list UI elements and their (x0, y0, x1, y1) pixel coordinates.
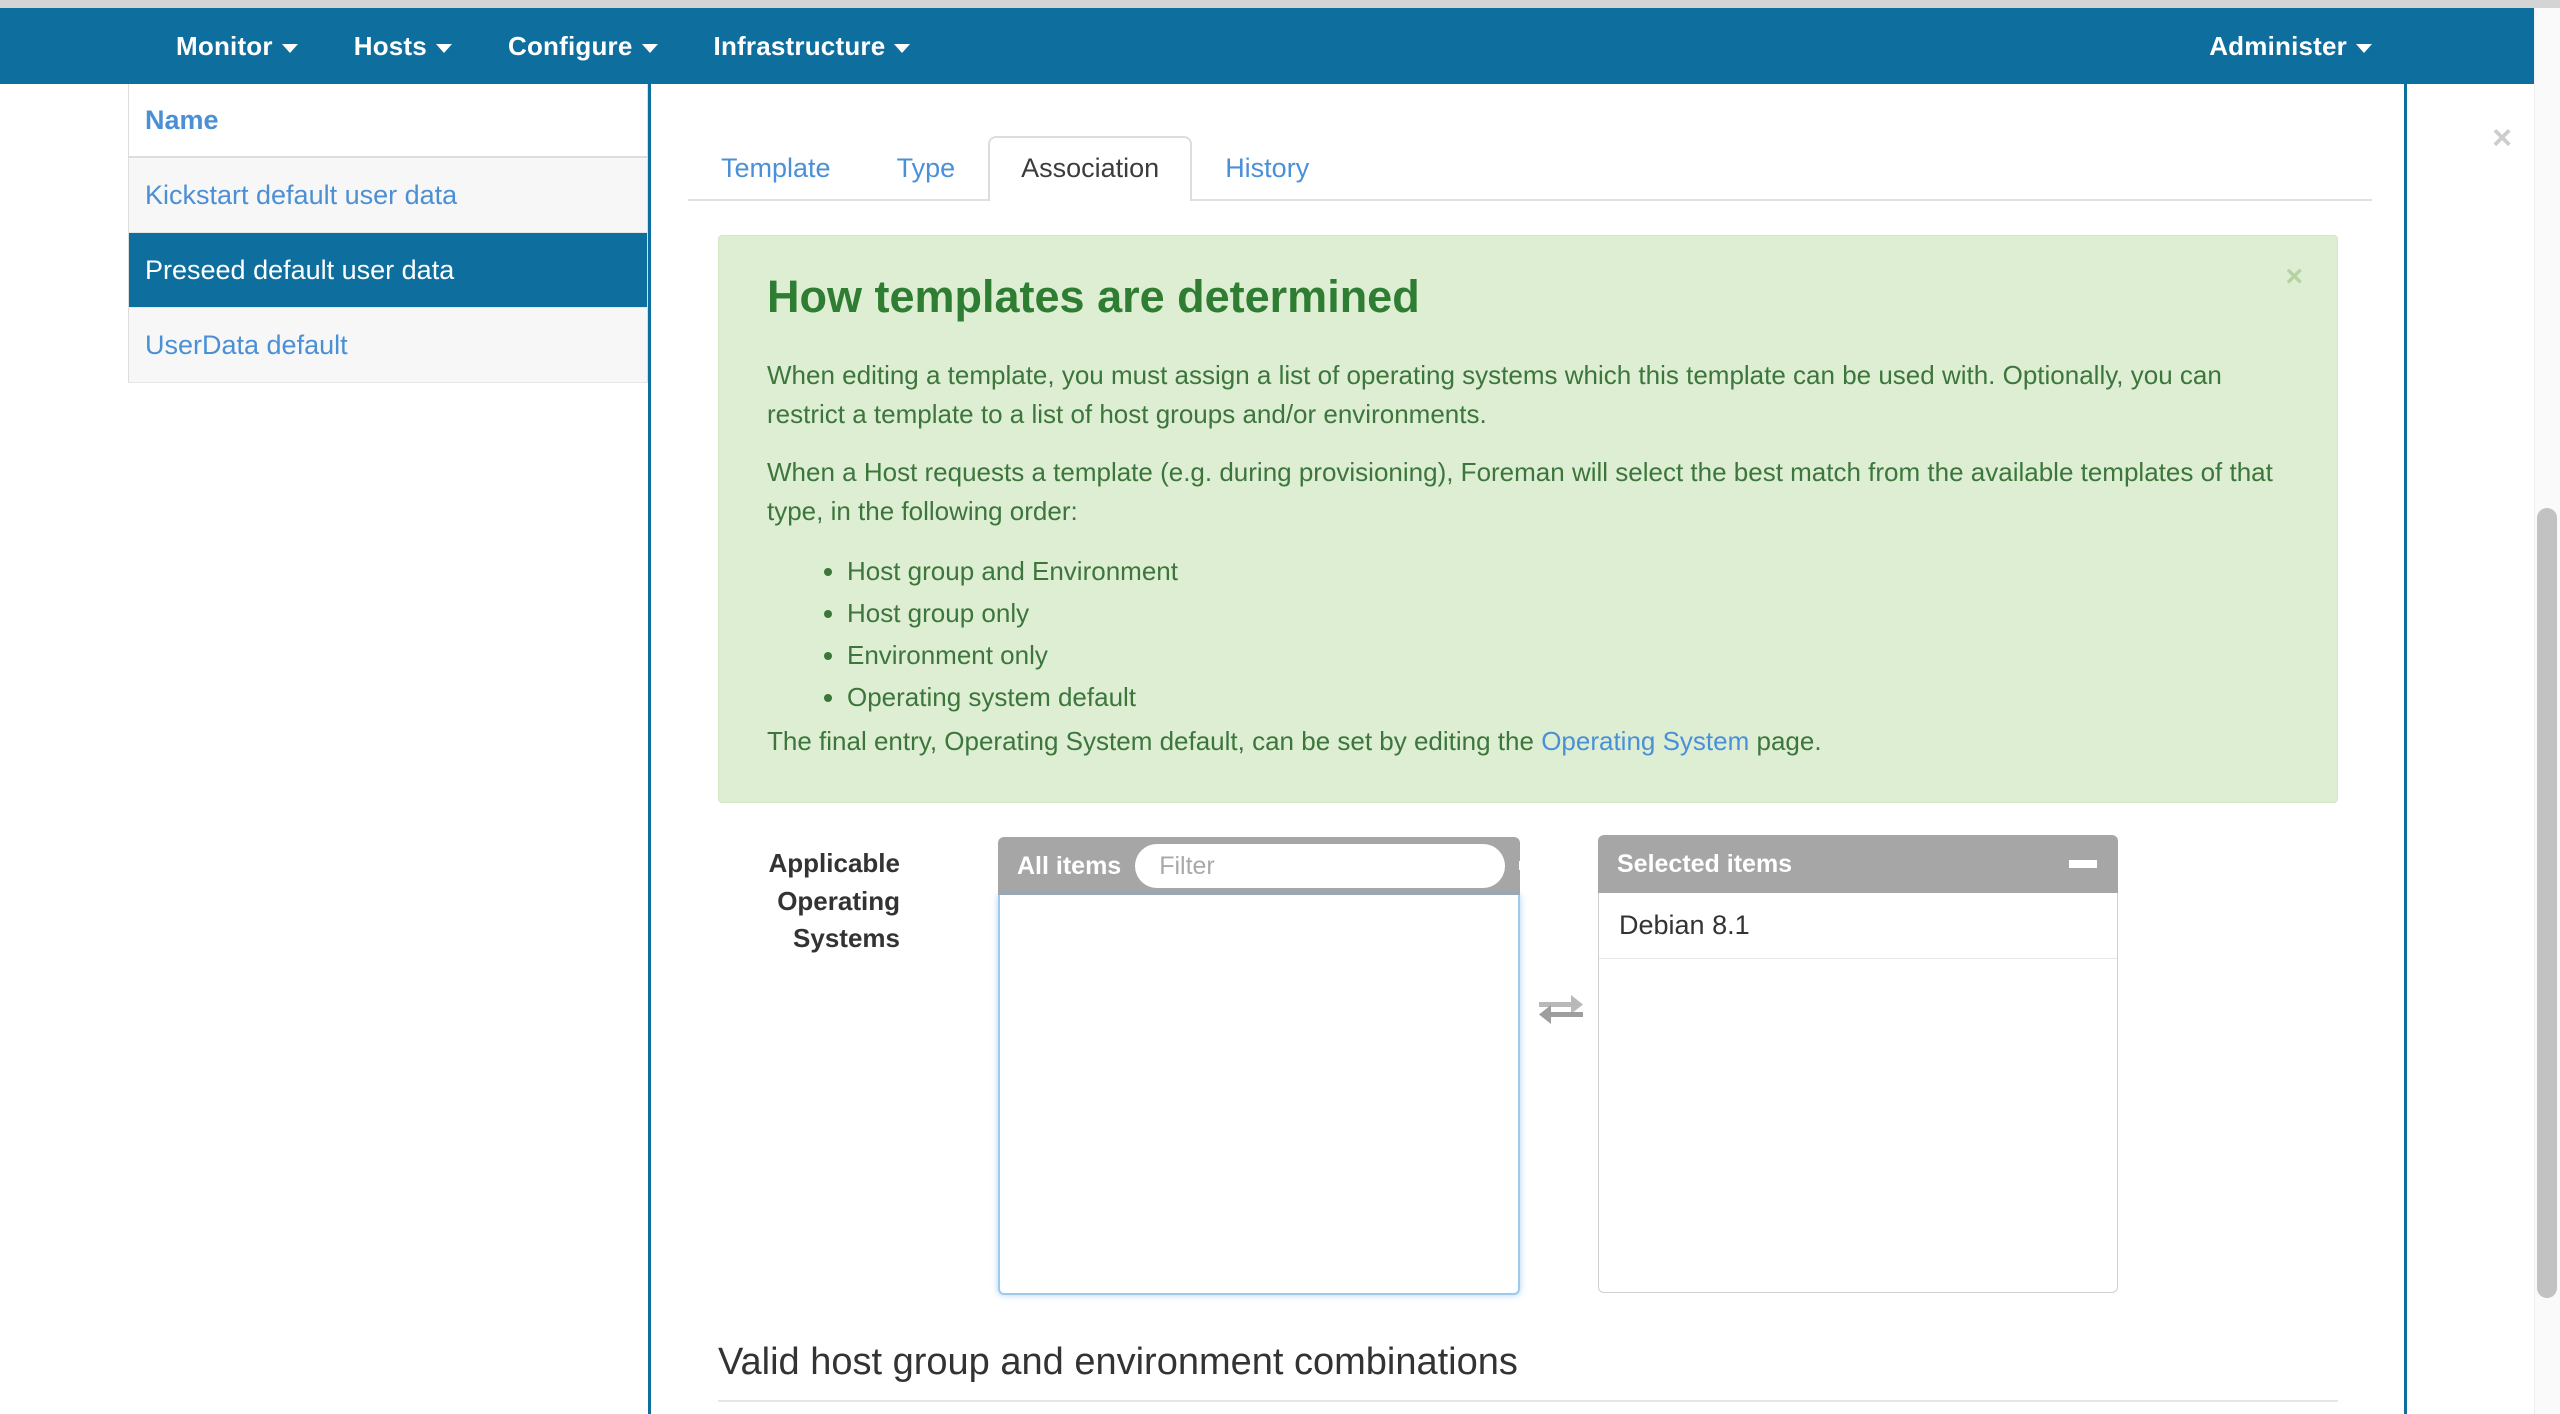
alert-paragraph-1: When editing a template, you must assign… (767, 356, 2289, 435)
list-item[interactable]: Debian 8.1 (1599, 893, 2117, 959)
selected-items-list[interactable]: Debian 8.1 (1598, 893, 2118, 1293)
selected-items-title: Selected items (1617, 850, 1792, 879)
chevron-down-icon (642, 44, 658, 53)
remove-all-icon[interactable] (2066, 847, 2100, 881)
tab-template-label: Template (721, 153, 831, 183)
alert-final-line: The final entry, Operating System defaul… (767, 722, 2289, 762)
panel-close-icon[interactable]: × (2492, 121, 2512, 155)
add-all-icon[interactable] (1519, 849, 1553, 883)
swap-arrows-icon[interactable] (1537, 990, 1585, 1026)
alert-final-prefix: The final entry, Operating System defaul… (767, 726, 1541, 756)
how-templates-determined-alert: × How templates are determined When edit… (718, 235, 2338, 803)
nav-item-configure-label: Configure (508, 31, 633, 61)
chevron-down-icon (282, 44, 298, 53)
table-row[interactable]: Kickstart default user data (129, 158, 647, 233)
tab-history[interactable]: History (1192, 136, 1342, 201)
table-header-name-label: Name (145, 105, 219, 136)
nav-item-hosts[interactable]: Hosts (326, 8, 480, 84)
table-row-label: Preseed default user data (145, 255, 454, 286)
operating-system-link[interactable]: Operating System (1541, 726, 1749, 756)
nav-item-monitor-label: Monitor (176, 31, 273, 61)
templates-table: Name Kickstart default user data Preseed… (128, 84, 648, 383)
tab-association[interactable]: Association (988, 136, 1192, 201)
alert-paragraph-2: When a Host requests a template (e.g. du… (767, 453, 2289, 532)
table-row-label: Kickstart default user data (145, 180, 457, 211)
tab-history-label: History (1225, 153, 1309, 183)
navbar-primary-menu: Monitor Hosts Configure Infrastructure (148, 8, 938, 84)
alert-heading: How templates are determined (767, 272, 2289, 322)
scrollbar-thumb[interactable] (2537, 508, 2557, 1298)
nav-item-administer-label: Administer (2209, 31, 2347, 61)
nav-item-configure[interactable]: Configure (480, 8, 686, 84)
applicable-os-label: Applicable Operating Systems (700, 845, 900, 958)
tab-association-label: Association (1021, 153, 1159, 183)
all-items-pane: All items (998, 837, 1520, 1295)
section-divider (718, 1400, 2338, 1402)
list-item: Host group only (847, 592, 2289, 634)
tab-bar: Template Type Association History (688, 119, 2372, 201)
chevron-down-icon (436, 44, 452, 53)
nav-item-hosts-label: Hosts (354, 31, 427, 61)
table-row[interactable]: UserData default (129, 308, 647, 383)
navbar-secondary-menu: Administer (2181, 8, 2400, 84)
main-navbar: Monitor Hosts Configure Infrastructure A… (0, 8, 2540, 84)
all-items-list[interactable] (998, 895, 1520, 1295)
nav-item-infrastructure-label: Infrastructure (714, 31, 886, 61)
tab-type[interactable]: Type (864, 136, 989, 201)
table-row[interactable]: Preseed default user data (129, 233, 647, 308)
list-item: Host group and Environment (847, 550, 2289, 592)
nav-item-monitor[interactable]: Monitor (148, 8, 326, 84)
list-item: Operating system default (847, 676, 2289, 718)
alert-final-suffix: page. (1749, 726, 1821, 756)
selected-items-header: Selected items (1598, 835, 2118, 893)
table-header-name[interactable]: Name (129, 84, 647, 158)
alert-bullet-list: Host group and Environment Host group on… (767, 550, 2289, 718)
alert-close-icon[interactable]: × (2285, 262, 2303, 292)
chevron-down-icon (894, 44, 910, 53)
page-scrollbar[interactable] (2534, 8, 2560, 1414)
selected-items-pane: Selected items Debian 8.1 (1598, 835, 2118, 1293)
nav-item-administer[interactable]: Administer (2181, 8, 2400, 84)
tab-type-label: Type (897, 153, 956, 183)
all-items-header: All items (998, 837, 1520, 895)
list-item: Environment only (847, 634, 2289, 676)
chevron-down-icon (2356, 44, 2372, 53)
page-section-title: Valid host group and environment combina… (718, 1340, 2338, 1386)
table-row-label: UserData default (145, 330, 348, 361)
tab-template[interactable]: Template (688, 136, 864, 201)
all-items-title: All items (1017, 852, 1121, 881)
filter-input[interactable] (1135, 844, 1505, 888)
window-top-strip (0, 0, 2560, 8)
nav-item-infrastructure[interactable]: Infrastructure (686, 8, 939, 84)
